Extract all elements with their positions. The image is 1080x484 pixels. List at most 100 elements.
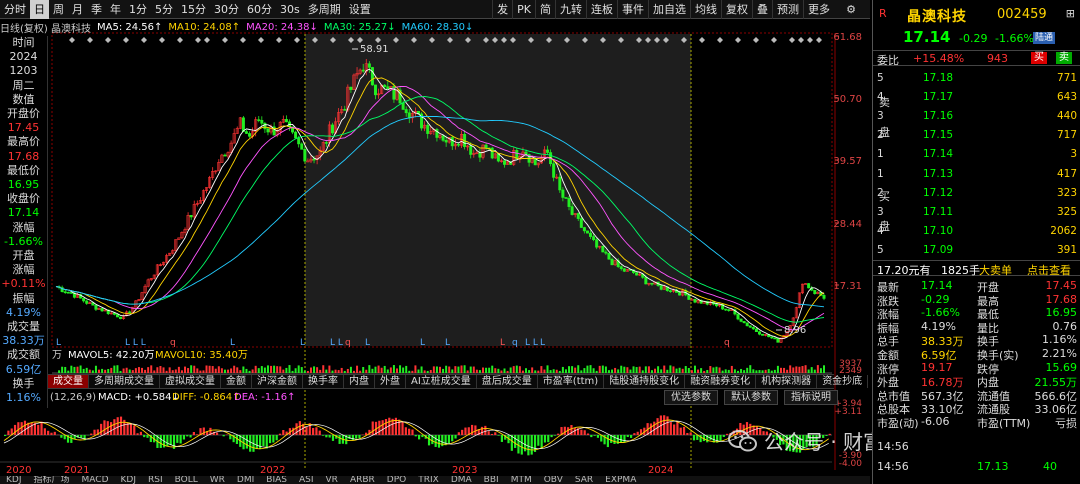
period-tab-3[interactable]: 月 <box>68 0 87 19</box>
period-tab-6[interactable]: 1分 <box>125 0 151 19</box>
subtab-4[interactable]: 沪深金额 <box>252 375 303 388</box>
toolbar-action-1[interactable]: PK <box>512 0 535 19</box>
bottom-tab-13[interactable]: TRIX <box>412 476 445 484</box>
macd-histogram-bar <box>629 435 633 438</box>
candle-body <box>128 311 132 314</box>
buy-side-char: 买 <box>879 190 890 203</box>
volume-bar <box>159 366 162 373</box>
sell-button[interactable]: 卖 <box>1056 52 1072 64</box>
period-tab-8[interactable]: 15分 <box>177 0 210 19</box>
subtab-5[interactable]: 换手率 <box>303 375 344 388</box>
macd-histogram-bar <box>265 435 268 449</box>
volume-bar <box>503 368 506 373</box>
toolbar-action-7[interactable]: 均线 <box>690 0 721 19</box>
settings-gear-icon[interactable]: ⚙ <box>838 0 864 19</box>
volume-bar <box>518 366 521 373</box>
bottom-tab-2[interactable]: MACD <box>76 476 115 484</box>
toolbar-action-2[interactable]: 简 <box>535 0 555 19</box>
volume-bar <box>171 370 174 373</box>
toolbar-action-5[interactable]: 事件 <box>617 0 648 19</box>
big-order-link[interactable]: 点击查看 <box>1027 262 1071 278</box>
volume-bar <box>236 367 239 373</box>
bottom-tab-11[interactable]: ARBR <box>344 476 381 484</box>
subtab-3[interactable]: 金额 <box>221 375 252 388</box>
bottom-tab-7[interactable]: DMI <box>231 476 260 484</box>
bottom-tab-14[interactable]: DMA <box>445 476 478 484</box>
toolbar-action-8[interactable]: 复权 <box>721 0 752 19</box>
grid-menu-icon[interactable]: ⊞ <box>1066 7 1075 20</box>
period-tab-0[interactable]: 分时 <box>0 0 30 19</box>
period-tab-11[interactable]: 30s <box>276 0 304 19</box>
volume-bar <box>180 370 183 373</box>
stock-name[interactable]: 晶澳科技 <box>907 6 967 26</box>
subtab-11[interactable]: 陆股通持股变化 <box>604 375 686 388</box>
bottom-tab-18[interactable]: SAR <box>569 476 599 484</box>
period-tab-1[interactable]: 日 <box>30 0 49 19</box>
subtab-12[interactable]: 融资融券变化 <box>685 375 757 388</box>
toolbar-action-11[interactable]: 更多 <box>803 0 834 19</box>
volume-bar <box>767 369 770 373</box>
stat-row: 总手 38.33万 换手 1.16% <box>873 333 1080 348</box>
macd-button-0[interactable]: 优选参数 <box>664 390 718 405</box>
vol-unit: 万 <box>52 350 62 361</box>
chart-title: 日线(复权) 晶澳科技 <box>0 23 91 35</box>
toolbar-action-4[interactable]: 连板 <box>586 0 617 19</box>
period-tab-10[interactable]: 60分 <box>243 0 276 19</box>
subtab-14[interactable]: 资金抄底 <box>817 375 869 388</box>
toolbar-action-10[interactable]: 预测 <box>772 0 803 19</box>
kline-chart[interactable]: 61.6850.7039.5728.4417.3158.918.96L L L L… <box>0 0 870 484</box>
subtab-7[interactable]: 外盘 <box>375 375 406 388</box>
period-tab-7[interactable]: 5分 <box>151 0 177 19</box>
subtab-13[interactable]: 机构探测器 <box>756 375 818 388</box>
bottom-tab-0[interactable]: KDJ <box>0 476 28 484</box>
subtab-6[interactable]: 内盘 <box>344 375 375 388</box>
candle-body <box>456 143 460 146</box>
volume-bar <box>690 370 693 373</box>
subtab-8[interactable]: AI立桩成交量 <box>406 375 477 388</box>
macd-histogram-bar <box>514 435 517 448</box>
bottom-tab-16[interactable]: MTM <box>505 476 538 484</box>
period-tab-2[interactable]: 周 <box>49 0 68 19</box>
candle-body <box>546 149 550 153</box>
bottom-tab-8[interactable]: BIAS <box>260 476 293 484</box>
sell-side-char: 盘 <box>879 126 890 139</box>
volume-bar <box>150 365 153 373</box>
subtab-1[interactable]: 多周期成交量 <box>89 375 160 388</box>
subtab-10[interactable]: 市盈率(ttm) <box>538 375 605 388</box>
bottom-tab-4[interactable]: RSI <box>142 476 169 484</box>
bottom-tab-10[interactable]: VR <box>320 476 344 484</box>
macd-button-2[interactable]: 指标说明 <box>784 390 838 405</box>
toolbar-action-9[interactable]: 叠 <box>752 0 772 19</box>
macd-button-1[interactable]: 默认参数 <box>724 390 778 405</box>
bottom-tab-17[interactable]: OBV <box>538 476 569 484</box>
bottom-tab-12[interactable]: DPO <box>381 476 412 484</box>
volume-bar <box>568 366 571 373</box>
volume-bar <box>270 365 273 373</box>
toolbar-action-3[interactable]: 九转 <box>555 0 586 19</box>
candle-body <box>248 133 252 137</box>
ask-level: 3 <box>877 110 884 122</box>
tick-volume: 40 <box>1043 460 1057 473</box>
bottom-tab-3[interactable]: KDJ <box>115 476 143 484</box>
toolbar-action-0[interactable]: 发 <box>492 0 512 19</box>
toolbar-action-6[interactable]: 加自选 <box>648 0 690 19</box>
bottom-tab-6[interactable]: WR <box>204 476 231 484</box>
bottom-tab-9[interactable]: ASI <box>293 476 320 484</box>
subtab-2[interactable]: 虚拟成交量 <box>160 375 221 388</box>
period-tab-13[interactable]: 设置 <box>345 0 375 19</box>
candle-body <box>773 337 777 340</box>
period-tab-12[interactable]: 多周期 <box>304 0 345 19</box>
bottom-tab-5[interactable]: BOLL <box>169 476 204 484</box>
buy-button[interactable]: 买 <box>1031 52 1047 64</box>
volume-bar <box>395 368 398 373</box>
big-order-strip[interactable]: 17.20元有 1825手 大卖单 点击查看 <box>873 260 1080 278</box>
bottom-tab-15[interactable]: BBI <box>478 476 505 484</box>
period-tab-9[interactable]: 30分 <box>210 0 243 19</box>
volume-bar <box>761 370 764 373</box>
period-tab-4[interactable]: 季 <box>87 0 106 19</box>
period-tab-5[interactable]: 年 <box>106 0 125 19</box>
subtab-0[interactable]: 成交量 <box>48 375 89 388</box>
bottom-tab-19[interactable]: EXPMA <box>599 476 642 484</box>
subtab-9[interactable]: 盘后成交量 <box>477 375 538 388</box>
bottom-tab-1[interactable]: 指标广场 <box>28 476 76 484</box>
